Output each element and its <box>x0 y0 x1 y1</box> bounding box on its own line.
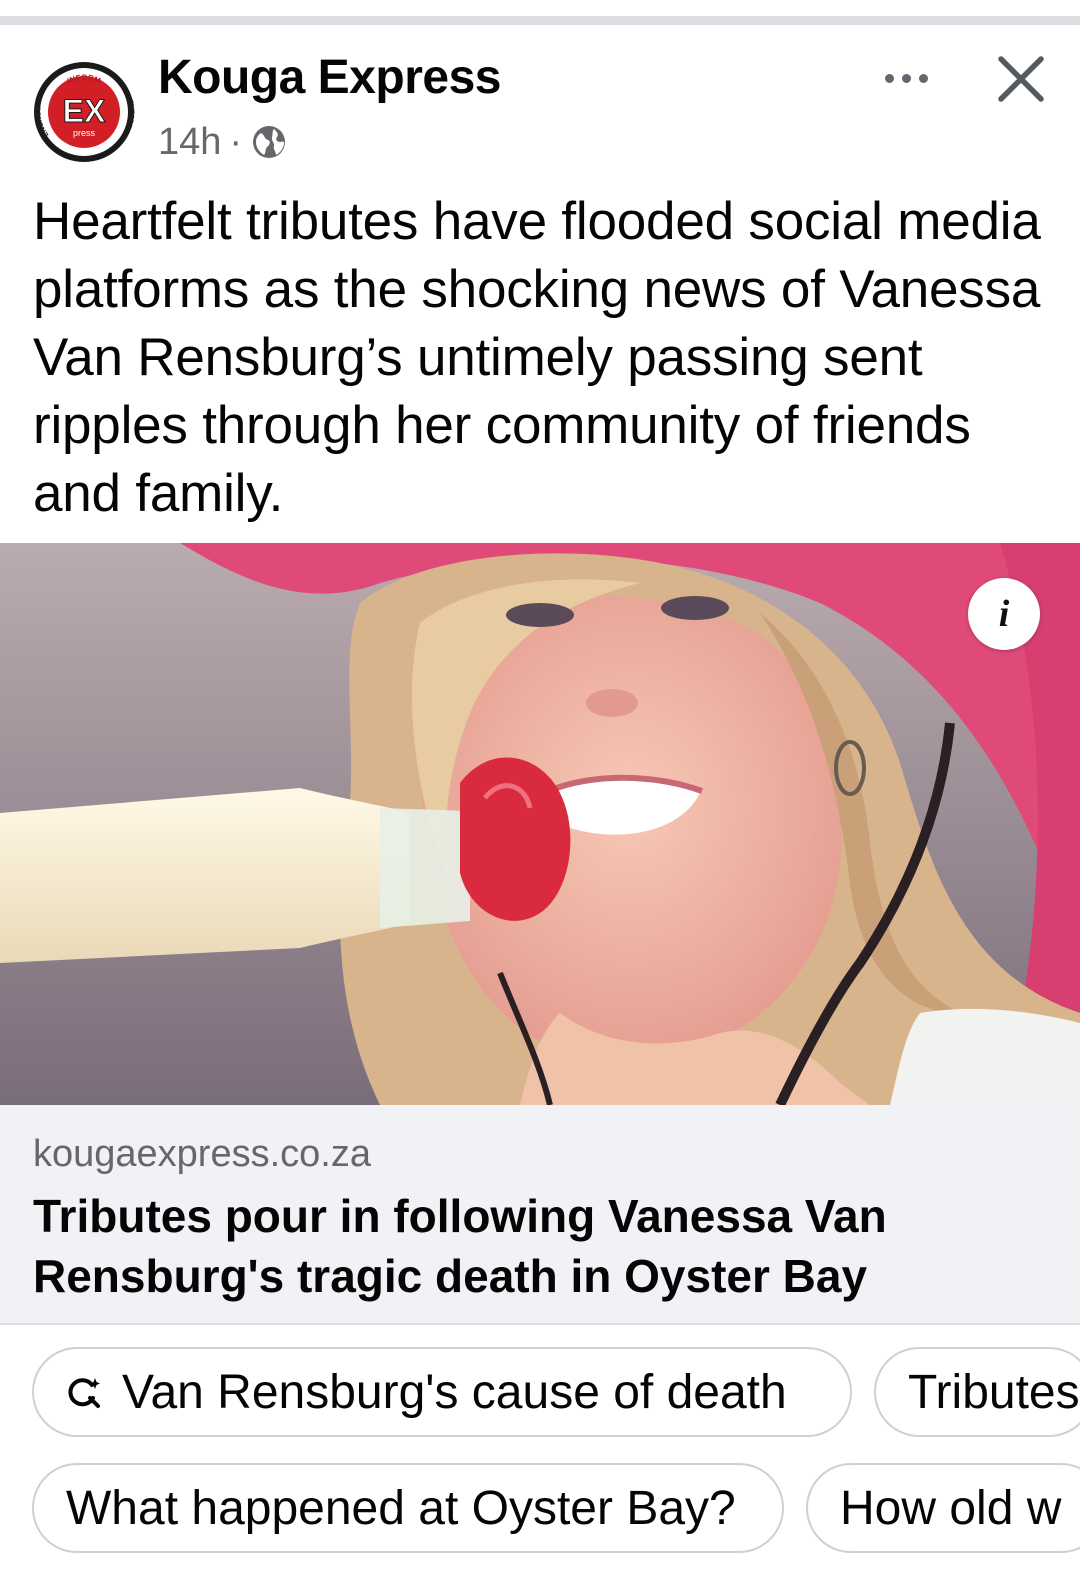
suggestion-label: Tributes <box>908 1365 1080 1419</box>
logo-text-center: EX <box>63 93 106 129</box>
globe-icon <box>253 126 286 158</box>
suggestion-chip-oyster-bay[interactable]: What happened at Oyster Bay? <box>32 1463 784 1553</box>
close-icon[interactable] <box>992 50 1050 108</box>
top-divider-line <box>0 16 1080 25</box>
post-meta: 14h · <box>158 118 288 166</box>
more-options-button[interactable] <box>872 58 940 98</box>
suggestion-chip-cause-of-death[interactable]: Van Rensburg's cause of death <box>32 1347 852 1437</box>
page-name[interactable]: Kouga Express <box>158 48 501 108</box>
suggestion-chip-how-old[interactable]: How old w <box>806 1463 1080 1553</box>
suggestion-label: What happened at Oyster Bay? <box>66 1481 736 1535</box>
post-photo[interactable] <box>0 543 1080 1105</box>
post-time[interactable]: 14h <box>158 118 221 166</box>
link-domain: kougaexpress.co.za <box>33 1133 371 1175</box>
page-avatar-logo[interactable]: INFORM ENGAGE ENTERTAIN EX press <box>32 60 136 164</box>
search-sparkle-icon <box>68 1378 100 1408</box>
post-text: Heartfelt tributes have flooded social m… <box>33 192 1041 523</box>
info-button[interactable]: i <box>968 578 1040 650</box>
suggestion-label: How old w <box>840 1481 1062 1535</box>
meta-separator: · <box>229 121 243 163</box>
suggestion-chip-tributes[interactable]: Tributes <box>874 1347 1080 1437</box>
suggestion-label: Van Rensburg's cause of death <box>122 1365 787 1419</box>
more-dot <box>918 73 928 83</box>
logo-text-sub: press <box>73 128 96 138</box>
more-dot <box>884 73 894 83</box>
more-dot <box>901 73 911 83</box>
link-title[interactable]: Tributes pour in following Vanessa Van R… <box>33 1186 1033 1306</box>
top-divider-bar <box>0 0 1080 28</box>
